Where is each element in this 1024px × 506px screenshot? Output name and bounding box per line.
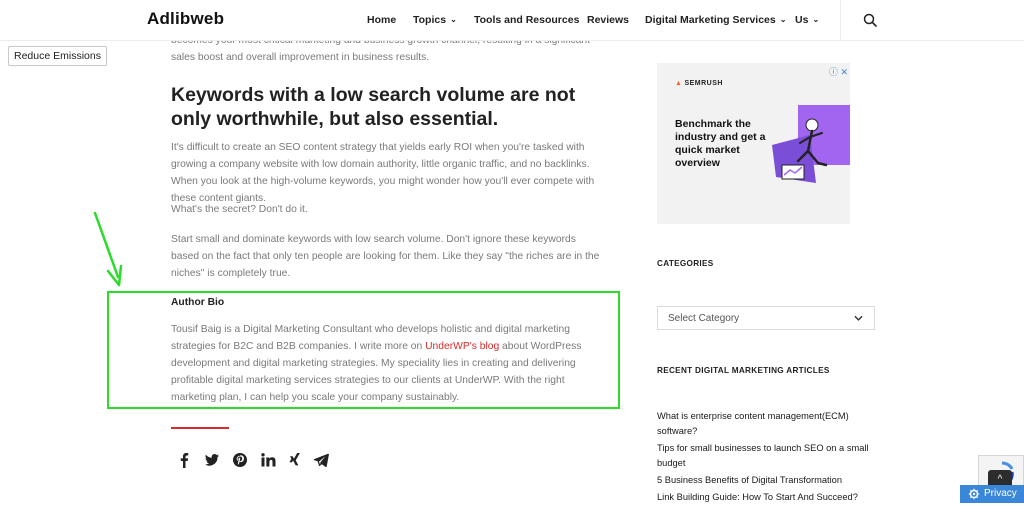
semrush-flame-icon: ▲	[675, 80, 683, 87]
nav-label: Home	[367, 14, 397, 26]
article-paragraph: What's the secret? Don't do it.	[171, 204, 308, 215]
share-divider	[171, 427, 229, 429]
semrush-brand: SEMRUSH	[684, 80, 723, 87]
nav-digital-marketing-services[interactable]: Digital Marketing Services ⌄	[645, 14, 786, 26]
site-header: Adlibweb Home Topics ⌄ Tools and Resource…	[0, 0, 1024, 41]
semrush-logo: ▲ SEMRUSH	[675, 80, 723, 87]
nav-home[interactable]: Home	[367, 14, 396, 26]
search-icon[interactable]	[863, 13, 877, 27]
twitter-icon[interactable]	[204, 452, 220, 468]
categories-heading: CATEGORIES	[657, 259, 714, 268]
article-paragraph: It's difficult to create an SEO content …	[171, 142, 595, 204]
telegram-icon[interactable]	[313, 452, 329, 468]
nav-us[interactable]: Us ⌄	[795, 14, 819, 26]
nav-topics[interactable]: Topics ⌄	[413, 14, 457, 26]
ad-choices-icon[interactable]: ⓘ ✕	[829, 65, 848, 78]
gear-icon	[968, 488, 980, 500]
annotation-arrow-icon	[93, 211, 123, 287]
nav-label: Tools and Resources	[474, 14, 580, 26]
nav-label: Reviews	[587, 14, 630, 26]
highlight-box	[107, 291, 620, 409]
category-select-value: Select Category	[668, 313, 740, 324]
category-select[interactable]: Select Category	[657, 306, 875, 330]
ad-headline: Benchmark the industry and get a quick m…	[675, 118, 766, 169]
header-divider	[840, 0, 841, 40]
section-heading: Keywords with a low search volume are no…	[171, 84, 576, 130]
site-logo[interactable]: Adlibweb	[147, 9, 224, 29]
recent-articles-list: What is enterprise content management(EC…	[657, 409, 872, 506]
xing-icon[interactable]	[287, 452, 303, 468]
recent-article-link[interactable]: What is enterprise content management(EC…	[657, 409, 872, 440]
chevron-down-icon: ⌄	[779, 15, 787, 24]
article-paragraph: Start small and dominate keywords with l…	[171, 234, 600, 279]
privacy-label: Privacy	[984, 488, 1017, 499]
reduce-emissions-button[interactable]: Reduce Emissions	[8, 46, 107, 66]
privacy-button[interactable]: Privacy	[960, 485, 1024, 503]
nav-tools-and-resources[interactable]: Tools and Resources	[474, 14, 579, 26]
nav-reviews[interactable]: Reviews	[587, 14, 629, 26]
linkedin-icon[interactable]	[260, 452, 276, 468]
nav-label: Us	[795, 14, 809, 26]
pinterest-icon[interactable]	[232, 452, 248, 468]
chevron-down-icon: ⌄	[812, 15, 820, 24]
recent-article-link[interactable]: 5 Business Benefits of Digital Transform…	[657, 473, 872, 488]
nav-label: Digital Marketing Services	[645, 14, 776, 26]
chevron-down-icon	[854, 315, 863, 321]
advertisement[interactable]: ⓘ ✕ ▲ SEMRUSH Benchmark the industry and …	[657, 63, 850, 224]
facebook-icon[interactable]	[176, 452, 192, 468]
nav-label: Topics	[413, 14, 447, 26]
recent-articles-heading: RECENT DIGITAL MARKETING ARTICLES	[657, 366, 830, 375]
chevron-down-icon: ⌄	[450, 15, 457, 24]
ad-illustration-icon	[772, 105, 850, 183]
recent-article-link[interactable]: Tips for small businesses to launch SEO …	[657, 441, 872, 472]
